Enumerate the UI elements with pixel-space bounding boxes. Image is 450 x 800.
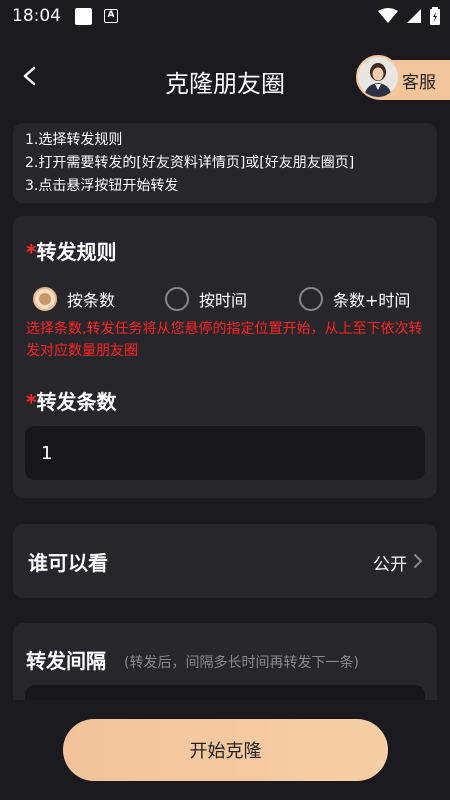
- chevron-right-icon: [414, 554, 423, 568]
- forward-interval-hint: (转发后，间隔多长时间再转发下一条): [124, 655, 359, 671]
- forward-interval-title: 转发间隔: [26, 649, 106, 673]
- option-count-and-time-label: 条数+时间: [333, 291, 411, 310]
- avatar: [356, 55, 400, 99]
- instructions-card: 1.选择转发规则 2.打开需要转发的[好友资料详情页]或[好友朋友圈页] 3.点…: [13, 123, 437, 203]
- forward-rules-title: 转发规则: [36, 240, 117, 264]
- option-count-and-time[interactable]: 条数+时间: [299, 284, 410, 314]
- signal-icon: [407, 9, 421, 23]
- forward-count-heading: *转发条数: [26, 386, 116, 415]
- bottom-bar: 开始克隆: [0, 700, 450, 800]
- status-time: 18:04: [12, 6, 61, 26]
- instruction-step-2: 2.打开需要转发的[好友资料详情页]或[好友朋友圈页]: [25, 155, 355, 171]
- forward-count-input[interactable]: [25, 426, 425, 480]
- option-by-count-label: 按条数: [67, 291, 116, 310]
- start-clone-button[interactable]: 开始克隆: [63, 719, 388, 781]
- forward-rule-options: 按条数 按时间 条数+时间: [33, 284, 433, 314]
- visibility-row[interactable]: 谁可以看 公开: [13, 524, 437, 598]
- option-by-time-label: 按时间: [199, 291, 248, 310]
- forward-rules-card: *转发规则 按条数 按时间 条数+时间 选择条数,转发任务将从您悬停的指定位置开…: [13, 216, 437, 498]
- visibility-title: 谁可以看: [28, 551, 108, 575]
- notification-icon: [75, 7, 92, 25]
- visibility-value: 公开: [373, 555, 407, 575]
- forward-count-title: 转发条数: [36, 390, 117, 414]
- option-by-count[interactable]: 按条数: [33, 284, 115, 314]
- status-right: [378, 7, 440, 25]
- forward-rule-hint: 选择条数,转发任务将从您悬停的指定位置开始，从上至下依次转发对应数量朋友圈: [26, 321, 423, 359]
- option-by-time[interactable]: 按时间: [165, 284, 247, 314]
- customer-service-button[interactable]: 客服: [356, 55, 450, 100]
- a-notification-icon: A: [104, 9, 118, 23]
- battery-icon: [430, 7, 440, 25]
- required-mark: *: [26, 240, 37, 264]
- required-mark: *: [26, 390, 37, 414]
- radio-unselected-icon[interactable]: [165, 287, 189, 311]
- instruction-step-3: 3.点击悬浮按钮开始转发: [25, 178, 179, 194]
- wifi-icon: [378, 8, 398, 23]
- radio-selected-icon[interactable]: [33, 287, 57, 311]
- header: 克隆朋友圈 客服: [0, 50, 450, 106]
- instruction-step-1: 1.选择转发规则: [25, 132, 123, 148]
- customer-service-label: 客服: [402, 72, 436, 93]
- forward-rules-heading: *转发规则: [26, 236, 116, 265]
- status-bar: 18:04 A: [0, 0, 450, 32]
- radio-unselected-icon[interactable]: [299, 287, 323, 311]
